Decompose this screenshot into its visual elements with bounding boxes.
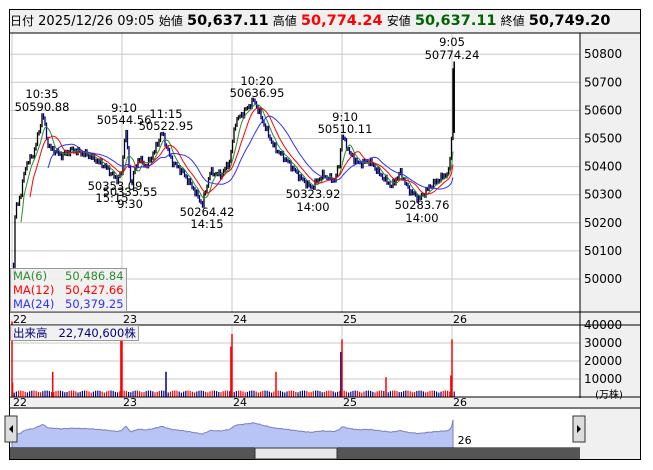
y-tick-label: 50100 — [584, 244, 622, 258]
volume-x-tick-label: 25 — [343, 396, 357, 409]
ma24-value: 50,379.25 — [65, 297, 124, 311]
annotation-time: 9:30 — [117, 197, 143, 211]
volume-x-tick-label: 22 — [13, 396, 27, 409]
y-tick-label: 50700 — [584, 75, 622, 89]
navigator-day-label: 26 — [458, 434, 472, 447]
volume-unit: (万株) — [595, 388, 623, 401]
scroll-right-button[interactable] — [572, 415, 586, 443]
y-tick-label: 50300 — [584, 188, 622, 202]
annotation-value: 50774.24 — [425, 48, 480, 62]
annotation-time: 14:15 — [190, 217, 223, 231]
ma6-label: MA(6) — [13, 269, 48, 283]
volume-tick-label: 10000 — [584, 372, 622, 386]
y-tick-label: 50600 — [584, 103, 622, 117]
x-tick-label: 24 — [233, 313, 247, 326]
chart-window: 日付 2025/12/26 09:05 始値 50,637.11 高値 50,7… — [0, 0, 653, 470]
volume-legend: 出来高 22,740,600株 — [10, 325, 139, 341]
y-tick-label: 50200 — [584, 216, 622, 230]
scroll-left-button[interactable] — [4, 415, 18, 443]
annotation-value: 50323.92 — [286, 187, 341, 201]
ma24-label: MA(24) — [13, 297, 55, 311]
ma6-value: 50,486.84 — [65, 269, 124, 283]
annotation-value: 50590.88 — [15, 100, 70, 114]
volume-x-tick-label: 23 — [123, 396, 137, 409]
volume-tick-label: 20000 — [584, 354, 622, 368]
volume-value: 22,740,600株 — [58, 326, 136, 340]
y-tick-label: 50000 — [584, 272, 622, 286]
volume-label: 出来高 — [13, 326, 48, 340]
x-tick-label: 26 — [453, 313, 467, 326]
annotation-value: 50636.95 — [230, 86, 285, 100]
volume-x-tick-label: 26 — [453, 396, 467, 409]
annotation-value: 50522.95 — [139, 119, 194, 133]
chart-canvas: 50000 50100 50200 50300 50400 50500 50600 50700… — [4, 32, 640, 460]
scrollbar-thumb[interactable] — [254, 447, 338, 460]
ma12-label: MA(12) — [13, 283, 55, 297]
y-tick-label: 50800 — [584, 47, 622, 61]
annotation-value: 50510.11 — [318, 122, 373, 136]
volume-x-tick-label: 24 — [233, 396, 247, 409]
annotation-time: 10:35 — [25, 87, 58, 101]
x-tick-label: 25 — [343, 313, 357, 326]
ma-legend: MA(6) 50,486.84 MA(12) 50,427.66 MA(24) 50,… — [10, 268, 127, 312]
annotation-time: 14:00 — [405, 211, 438, 225]
annotation-value: 50283.76 — [395, 198, 450, 212]
annotation-time: 14:00 — [296, 200, 329, 214]
annotation-time: 9:05 — [439, 35, 465, 49]
volume-tick-label: 30000 — [584, 336, 622, 350]
ma12-value: 50,427.66 — [65, 283, 124, 297]
y-tick-label: 50500 — [584, 132, 622, 146]
y-tick-label: 50400 — [584, 160, 622, 174]
